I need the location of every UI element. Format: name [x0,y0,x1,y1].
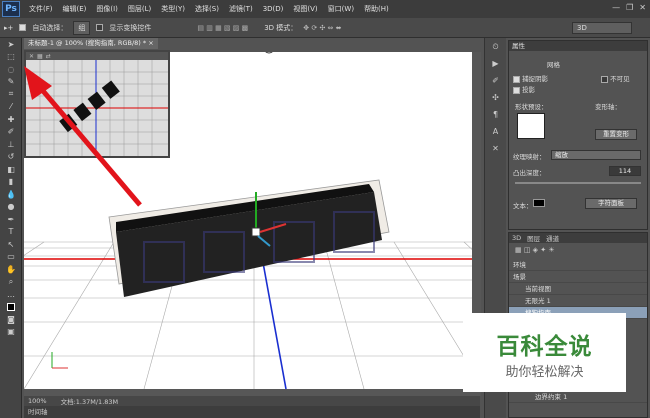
invisible-option[interactable]: 不可见 [601,73,630,83]
tab-channels[interactable]: 通道 [546,233,559,243]
history-icon[interactable]: ⏲ [485,38,506,55]
status-bar: 100% 文档:1.37M/1.83M [24,396,480,406]
doc-size: 文档:1.37M/1.83M [60,398,119,406]
adjust-icon[interactable]: ✣ [485,89,506,106]
character-panel-button[interactable]: 字符面板 [585,198,637,209]
watermark-title: 百科全说 [496,334,593,360]
paragraph-icon[interactable]: ¶ [485,106,506,123]
3d-panel-tabs: 3D 图层 通道 [509,233,647,243]
extrude-depth-label: 凸出深度： [513,169,546,177]
text-color-swatch[interactable] [533,199,545,207]
actions-icon[interactable]: ▶ [485,55,506,72]
timeline-tab[interactable]: 时间轴 [24,406,480,418]
zoom-level[interactable]: 100% [28,397,47,405]
properties-panel: 属性 网格 捕捉阴影 不可见 投影 形状预设： 变形轴： 重置变形 纹理映射： … [508,40,648,230]
tab-layers[interactable]: 图层 [527,233,540,243]
texture-map-label: 纹理映射： [513,153,546,161]
char-icon[interactable]: A [485,123,506,140]
catch-shadow-label: 捕捉阴影 [522,75,549,83]
brush-icon[interactable]: ✐ [485,72,506,89]
cast-label: 投影 [522,86,536,94]
deform-axis-label: 变形轴： [595,103,621,111]
3d-filter-icons[interactable]: ▦ ◫ ◈ ✦ ☀ [509,243,647,257]
reset-deform-button[interactable]: 重置变形 [595,129,637,140]
scene-row-infinite-light[interactable]: 无限光 1 [509,295,647,307]
texture-map-dropdown[interactable]: 缩放 [551,150,641,160]
scene-row-environment[interactable]: 环境 [509,259,647,271]
tab-3d[interactable]: 3D [512,234,521,242]
extrude-depth-input[interactable]: 114 [609,166,641,176]
properties-title: 属性 [509,41,647,51]
watermark-subtitle: 助你轻松解决 [505,365,584,380]
scene-row-scene[interactable]: 场景 [509,271,647,283]
cast-shadow-option[interactable]: 捕捉阴影 [513,73,548,83]
catch-shadow-checkbox[interactable] [513,75,520,83]
cast-option[interactable]: 投影 [513,84,535,94]
shape-preset-thumbnail[interactable] [517,113,545,139]
invisible-label: 不可见 [610,75,630,83]
cast-checkbox[interactable] [513,86,520,94]
text-label: 文本： [513,202,533,210]
shape-preset-label: 形状预设： [515,103,548,111]
invisible-checkbox[interactable] [601,75,608,83]
tools-icon[interactable]: ✕ [485,140,506,157]
mesh-tab[interactable]: 网格 [547,59,560,69]
extrude-slider[interactable] [515,182,641,184]
watermark: 百科全说 助你轻松解决 [463,313,626,392]
horizontal-scrollbar[interactable] [24,389,472,396]
scene-row-boundary-constraint[interactable]: 边界约束 1 [509,391,647,403]
scene-row-current-view[interactable]: 当前视图 [509,283,647,295]
